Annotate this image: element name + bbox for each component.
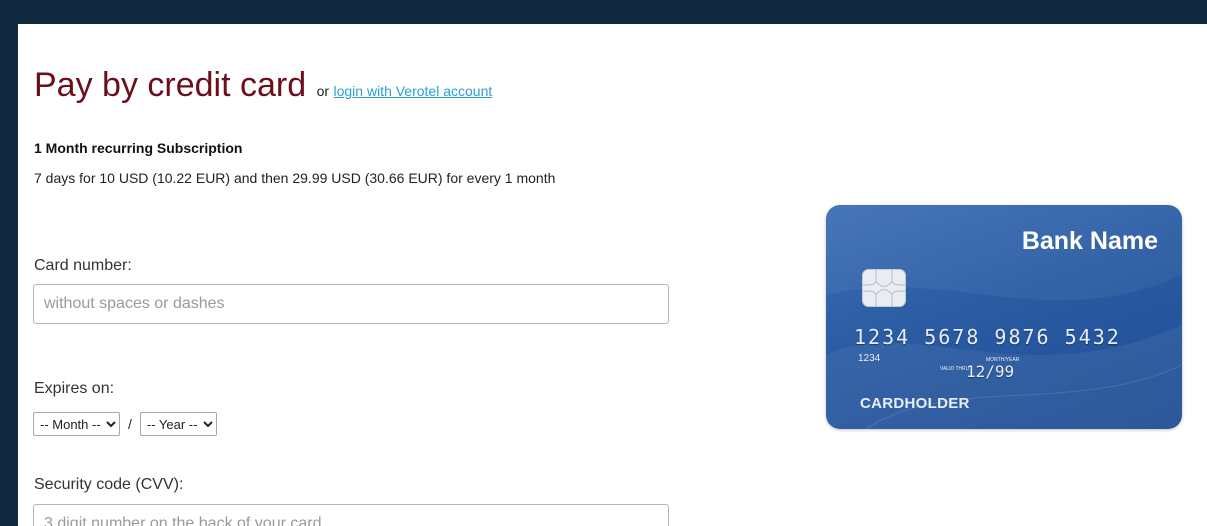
payment-panel: Pay by credit card or login with Verotel… xyxy=(18,24,1207,526)
card-valid-thru-label: VALID THRU xyxy=(940,366,970,372)
page-title: Pay by credit card xyxy=(34,66,307,104)
expires-label: Expires on: xyxy=(34,380,115,397)
card-bank-name: Bank Name xyxy=(1021,227,1158,255)
card-chip-icon xyxy=(862,269,906,307)
expiry-separator: / xyxy=(128,416,132,432)
card-small-number: 1234 xyxy=(858,353,881,364)
login-verotel-link[interactable]: login with Verotel account xyxy=(333,83,492,99)
cvv-label: Security code (CVV): xyxy=(34,476,184,493)
credit-card-illustration: Bank Name 1234 5678 9876 5432 1234 MONTH… xyxy=(826,205,1182,429)
subscription-description: 7 days for 10 USD (10.22 EUR) and then 2… xyxy=(34,170,556,186)
or-text: or xyxy=(316,83,330,99)
title-row: Pay by credit card or login with Verotel… xyxy=(34,66,492,105)
card-number-input[interactable] xyxy=(33,284,669,324)
card-expiry-display: 12/99 xyxy=(966,362,1015,381)
expiry-month-select[interactable]: -- Month -- xyxy=(33,412,120,436)
card-holder-name: CARDHOLDER xyxy=(860,395,970,412)
card-number-display: 1234 5678 9876 5432 xyxy=(854,325,1121,349)
expiry-year-select[interactable]: -- Year -- xyxy=(139,412,217,436)
subscription-title: 1 Month recurring Subscription xyxy=(34,140,243,156)
expiry-row: -- Month -- / -- Year -- xyxy=(33,412,217,436)
card-number-label: Card number: xyxy=(34,257,132,274)
cvv-input[interactable] xyxy=(33,504,669,526)
